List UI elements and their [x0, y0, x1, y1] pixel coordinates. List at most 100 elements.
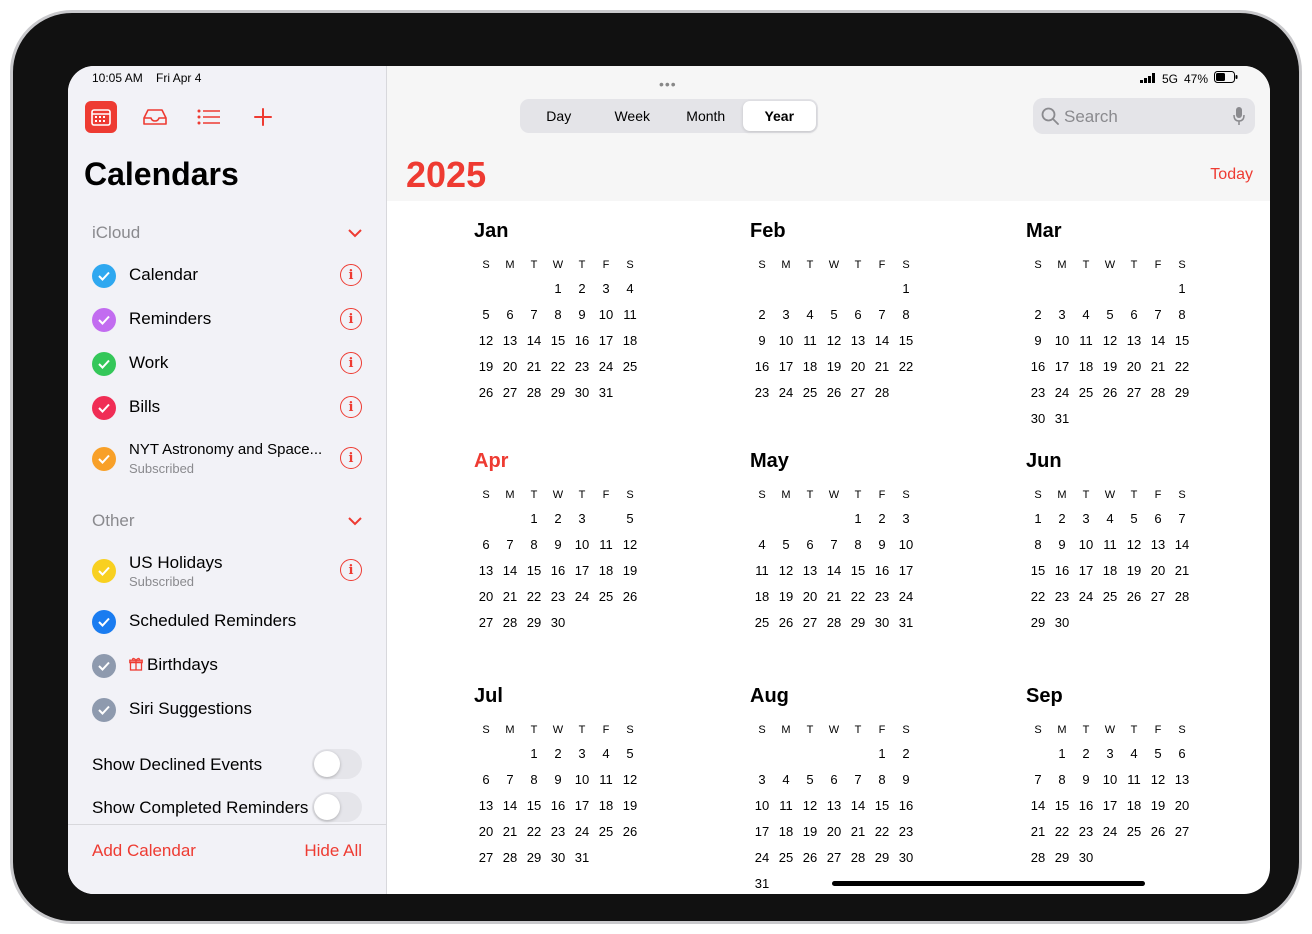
day-cell[interactable]: 9 [1050, 532, 1074, 558]
month-jul[interactable]: Jul S M T W T F S 1 2 3 4 5 6 7 8 9 10 11 12 13 14 15 16 17 18 19 2… [474, 685, 644, 871]
day-cell[interactable]: 13 [1122, 328, 1146, 354]
day-cell[interactable]: 23 [546, 819, 570, 845]
day-cell[interactable]: 12 [1098, 328, 1122, 354]
day-cell[interactable]: 17 [594, 328, 618, 354]
day-cell[interactable]: 14 [1170, 532, 1194, 558]
day-cell[interactable]: 21 [522, 354, 546, 380]
day-cell[interactable]: 5 [1146, 741, 1170, 767]
day-cell[interactable]: 11 [594, 532, 618, 558]
checkmark-icon[interactable] [92, 264, 116, 288]
info-icon[interactable]: i [340, 447, 362, 469]
day-cell[interactable]: 6 [1122, 302, 1146, 328]
day-cell[interactable]: 20 [474, 819, 498, 845]
day-cell[interactable]: 22 [870, 819, 894, 845]
calendar-row-nyt-astronomy[interactable]: NYT Astronomy and Space... Subscribed i [92, 441, 362, 477]
day-cell[interactable]: 26 [618, 584, 642, 610]
day-cell[interactable]: 19 [618, 558, 642, 584]
day-cell[interactable]: 1 [1026, 506, 1050, 532]
day-cell[interactable]: 19 [1146, 793, 1170, 819]
day-cell[interactable]: 28 [1146, 380, 1170, 406]
day-cell[interactable]: 2 [546, 741, 570, 767]
day-cell[interactable]: 30 [546, 845, 570, 871]
day-cell[interactable]: 24 [594, 354, 618, 380]
day-cell[interactable]: 11 [1098, 532, 1122, 558]
checkmark-icon[interactable] [92, 447, 116, 471]
day-cell[interactable]: 25 [750, 610, 774, 636]
day-cell[interactable]: 5 [1122, 506, 1146, 532]
day-cell[interactable]: 31 [894, 610, 918, 636]
day-cell[interactable]: 3 [774, 302, 798, 328]
day-cell[interactable]: 17 [894, 558, 918, 584]
day-cell[interactable]: 8 [522, 532, 546, 558]
day-cell[interactable]: 2 [1050, 506, 1074, 532]
segment-day[interactable]: Day [522, 101, 596, 131]
day-cell[interactable]: 6 [846, 302, 870, 328]
day-cell[interactable]: 14 [498, 793, 522, 819]
day-cell[interactable]: 23 [750, 380, 774, 406]
day-cell[interactable]: 9 [750, 328, 774, 354]
day-cell[interactable]: 14 [1146, 328, 1170, 354]
day-cell[interactable]: 23 [570, 354, 594, 380]
month-mar[interactable]: Mar S M T W T F S 1 2 3 4 5 6 7 8 9 10 11 12 13 14 15 16 17 18 19 2… [1026, 220, 1196, 432]
day-cell[interactable]: 24 [1098, 819, 1122, 845]
calendars-icon[interactable] [85, 101, 117, 133]
checkmark-icon[interactable] [92, 308, 116, 332]
day-cell[interactable]: 16 [750, 354, 774, 380]
day-cell[interactable]: 10 [570, 532, 594, 558]
day-cell[interactable]: 26 [1098, 380, 1122, 406]
day-cell[interactable]: 1 [522, 506, 546, 532]
day-cell[interactable]: 23 [1050, 584, 1074, 610]
day-cell[interactable]: 21 [1026, 819, 1050, 845]
day-cell[interactable]: 8 [894, 302, 918, 328]
calendar-row-scheduled-reminders[interactable]: Scheduled Reminders [92, 604, 362, 640]
day-cell[interactable]: 20 [822, 819, 846, 845]
day-cell[interactable]: 12 [1122, 532, 1146, 558]
day-cell[interactable]: 5 [822, 302, 846, 328]
day-cell[interactable]: 17 [750, 819, 774, 845]
day-cell[interactable]: 1 [846, 506, 870, 532]
day-cell[interactable]: 9 [546, 767, 570, 793]
day-cell[interactable]: 22 [1026, 584, 1050, 610]
day-cell[interactable]: 9 [1074, 767, 1098, 793]
day-cell[interactable]: 17 [570, 558, 594, 584]
day-cell[interactable]: 19 [774, 584, 798, 610]
day-cell[interactable]: 26 [774, 610, 798, 636]
day-cell[interactable]: 4 [1098, 506, 1122, 532]
calendar-row-us-holidays[interactable]: US Holidays Subscribed i [92, 553, 362, 589]
day-cell[interactable]: 20 [1170, 793, 1194, 819]
day-cell[interactable]: 13 [846, 328, 870, 354]
checkmark-icon[interactable] [92, 352, 116, 376]
day-cell[interactable]: 21 [498, 819, 522, 845]
day-cell[interactable]: 4 [618, 276, 642, 302]
day-cell[interactable]: 30 [1074, 845, 1098, 871]
day-cell[interactable]: 26 [798, 845, 822, 871]
segment-week[interactable]: Week [596, 101, 670, 131]
day-cell[interactable]: 7 [846, 767, 870, 793]
day-cell[interactable]: 16 [1050, 558, 1074, 584]
day-cell[interactable]: 19 [618, 793, 642, 819]
checkmark-icon[interactable] [92, 610, 116, 634]
day-cell[interactable]: 2 [546, 506, 570, 532]
day-cell[interactable]: 7 [522, 302, 546, 328]
day-cell[interactable]: 14 [498, 558, 522, 584]
calendar-row-calendar[interactable]: Calendar i [92, 258, 362, 294]
day-cell[interactable]: 18 [1098, 558, 1122, 584]
list-icon[interactable] [193, 101, 225, 133]
day-cell[interactable]: 28 [498, 845, 522, 871]
day-cell[interactable]: 14 [846, 793, 870, 819]
day-cell[interactable]: 15 [846, 558, 870, 584]
day-cell[interactable]: 1 [1170, 276, 1194, 302]
add-event-icon[interactable] [247, 101, 279, 133]
day-cell[interactable]: 10 [1074, 532, 1098, 558]
day-cell[interactable]: 17 [570, 793, 594, 819]
day-cell[interactable]: 1 [1050, 741, 1074, 767]
day-cell[interactable]: 29 [522, 610, 546, 636]
day-cell[interactable]: 6 [1146, 506, 1170, 532]
day-cell[interactable]: 29 [1026, 610, 1050, 636]
day-cell[interactable]: 17 [774, 354, 798, 380]
day-cell[interactable]: 29 [1050, 845, 1074, 871]
section-header-icloud[interactable]: iCloud [92, 223, 362, 243]
day-cell[interactable]: 15 [1026, 558, 1050, 584]
day-cell[interactable]: 11 [1122, 767, 1146, 793]
show-declined-toggle[interactable] [312, 749, 362, 779]
